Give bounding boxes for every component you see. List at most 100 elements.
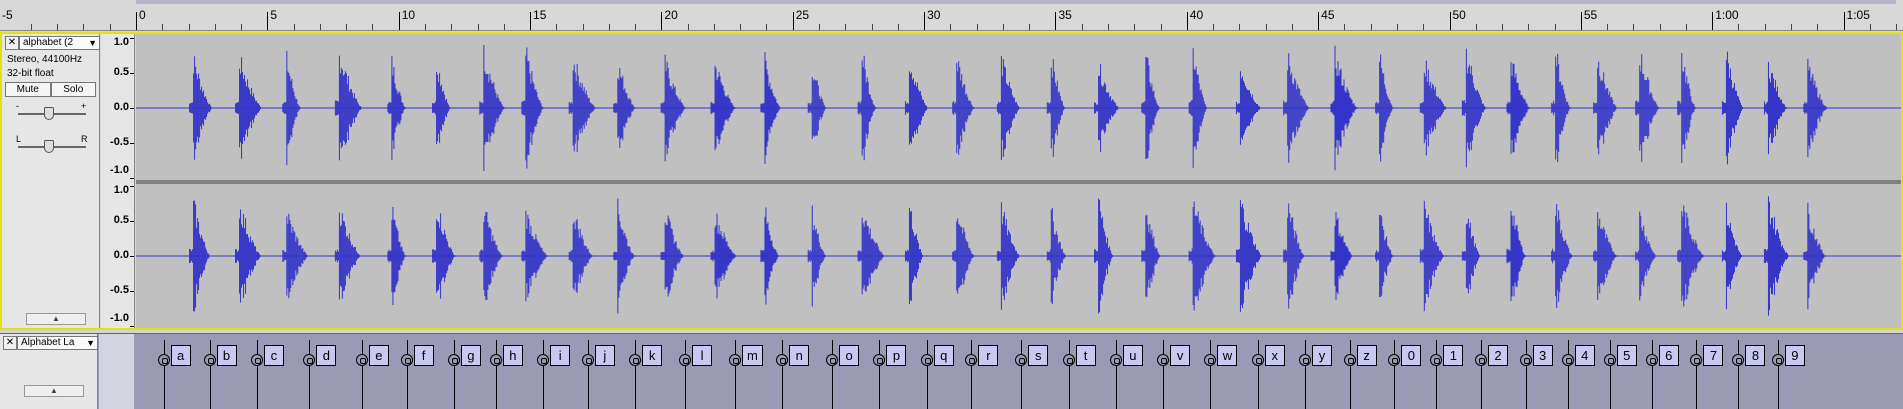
ruler-minor-tick (1475, 24, 1477, 30)
label-drag-handle-icon[interactable] (1388, 354, 1401, 366)
label-text-box[interactable]: q (933, 345, 954, 366)
label-drag-handle-icon[interactable] (1732, 354, 1745, 366)
label-text-box[interactable]: c (263, 345, 284, 366)
label-text-box[interactable]: k (642, 345, 663, 366)
label-drag-handle-icon[interactable] (581, 354, 594, 366)
label-text-box[interactable]: b (216, 345, 237, 366)
label-drag-handle-icon[interactable] (1645, 354, 1658, 366)
label-drag-handle-icon[interactable] (1603, 354, 1616, 366)
label-text-box[interactable]: e (368, 345, 389, 366)
label-text-box[interactable]: 1 (1443, 345, 1464, 366)
ruler-strip[interactable] (136, 0, 1896, 4)
label-drag-handle-icon[interactable] (873, 354, 886, 366)
ruler-minor-tick (1239, 24, 1241, 30)
label-text-box[interactable]: r (978, 345, 999, 366)
waveform-canvas[interactable] (136, 34, 1901, 328)
label-text-box[interactable]: w (1217, 345, 1238, 366)
label-text-box[interactable]: 2 (1488, 345, 1509, 366)
label-text-box[interactable]: 3 (1532, 345, 1553, 366)
label-text-box[interactable]: x (1264, 345, 1285, 366)
label-text-box[interactable]: l (692, 345, 713, 366)
label-text-box[interactable]: a (170, 345, 191, 366)
label-drag-handle-icon[interactable] (1561, 354, 1574, 366)
label-drag-handle-icon[interactable] (1690, 354, 1703, 366)
pan-slider-knob[interactable] (43, 140, 54, 153)
labels-area[interactable]: a b c d e f gh i j k l m n o p q r s t u v w x y z 01 2 3456 789 (134, 334, 1903, 409)
label-text-box[interactable]: m (741, 345, 763, 366)
label-drag-handle-icon[interactable] (1157, 354, 1170, 366)
label-drag-handle-icon[interactable] (1062, 354, 1075, 366)
label-drag-handle-icon[interactable] (1204, 354, 1217, 366)
label-drag-handle-icon[interactable] (400, 354, 413, 366)
label-text-box[interactable]: 5 (1616, 345, 1637, 366)
collapse-track-button[interactable]: ▲ (26, 313, 86, 325)
label-line (1651, 340, 1653, 409)
label-drag-handle-icon[interactable] (629, 354, 642, 366)
pan-slider[interactable] (18, 140, 86, 153)
label-text-box[interactable]: j (594, 345, 615, 366)
label-text-box[interactable]: v (1170, 345, 1191, 366)
label-drag-handle-icon[interactable] (355, 354, 368, 366)
ruler-major-tick (1580, 12, 1582, 30)
audio-track[interactable]: ✕ alphabet (2 ▼ Stereo, 44100Hz 32-bit f… (0, 32, 1903, 330)
ruler-major-tick (530, 12, 532, 30)
label-text-box[interactable]: z (1356, 345, 1377, 366)
label-text-box[interactable]: o (839, 345, 860, 366)
label-drag-handle-icon[interactable] (965, 354, 978, 366)
label-drag-handle-icon[interactable] (157, 354, 170, 366)
label-track-close-button[interactable]: ✕ (3, 336, 17, 350)
label-text-box[interactable]: g (460, 345, 481, 366)
label-text-box[interactable]: d (316, 345, 337, 366)
label-text-box[interactable]: h (502, 345, 523, 366)
label-drag-handle-icon[interactable] (679, 354, 692, 366)
label-drag-handle-icon[interactable] (1343, 354, 1356, 366)
label-text-box[interactable]: 9 (1784, 345, 1805, 366)
label-drag-handle-icon[interactable] (1015, 354, 1028, 366)
label-text-box[interactable]: y (1312, 345, 1332, 366)
label-drag-handle-icon[interactable] (447, 354, 460, 366)
label-drag-handle-icon[interactable] (920, 354, 933, 366)
label-drag-handle-icon[interactable] (1475, 354, 1488, 366)
amplitude-label: 1.0 (113, 184, 129, 196)
amplitude-tick (130, 186, 134, 187)
label-track-name-menu-button[interactable]: Alphabet La ▼ (17, 336, 98, 350)
label-drag-handle-icon[interactable] (1251, 354, 1264, 366)
track-close-button[interactable]: ✕ (5, 36, 19, 50)
label-drag-handle-icon[interactable] (776, 354, 789, 366)
mute-button[interactable]: Mute (5, 82, 51, 97)
track-name-menu-button[interactable]: alphabet (2 ▼ (19, 36, 100, 50)
gain-slider[interactable] (18, 107, 86, 120)
label-text-box[interactable]: 7 (1703, 345, 1724, 366)
label-drag-handle-icon[interactable] (1109, 354, 1122, 366)
waveform-burst (568, 63, 596, 153)
label-text-box[interactable]: 0 (1401, 345, 1422, 366)
label-drag-handle-icon[interactable] (250, 354, 263, 366)
timeline-ruler[interactable]: -5 0 5 10 15 20 25 30 35 40 45 50 55 1:00 1:05 (0, 0, 1903, 31)
label-drag-handle-icon[interactable] (1430, 354, 1443, 366)
solo-button[interactable]: Solo (50, 82, 96, 97)
label-drag-handle-icon[interactable] (826, 354, 839, 366)
label-text-box[interactable]: s (1028, 345, 1049, 366)
label-text-box[interactable]: i (550, 345, 571, 366)
label-drag-handle-icon[interactable] (303, 354, 316, 366)
label-track[interactable]: ✕ Alphabet La ▼ ▲ a b c d e f gh i j k l m n o p q r s t u v… (0, 333, 1903, 409)
collapse-label-track-button[interactable]: ▲ (24, 385, 84, 397)
label-drag-handle-icon[interactable] (203, 354, 216, 366)
label-text-box[interactable]: 6 (1658, 345, 1679, 366)
label-text-box[interactable]: p (886, 345, 907, 366)
label-drag-handle-icon[interactable] (537, 354, 550, 366)
label-drag-handle-icon[interactable] (1299, 354, 1311, 366)
label-drag-handle-icon[interactable] (1771, 354, 1784, 366)
label-text-box[interactable]: f (413, 345, 434, 366)
label-drag-handle-icon[interactable] (1519, 354, 1532, 366)
label-text-box[interactable]: 8 (1745, 345, 1766, 366)
amplitude-label: 0.0 (113, 101, 129, 113)
gain-slider-knob[interactable] (43, 107, 54, 120)
label-drag-handle-icon[interactable] (489, 354, 502, 366)
label-text-box[interactable]: t (1075, 345, 1096, 366)
waveform-area[interactable] (136, 34, 1901, 328)
label-text-box[interactable]: u (1122, 345, 1143, 366)
label-text-box[interactable]: 4 (1574, 345, 1595, 366)
label-text-box[interactable]: n (789, 345, 810, 366)
label-drag-handle-icon[interactable] (728, 354, 741, 366)
